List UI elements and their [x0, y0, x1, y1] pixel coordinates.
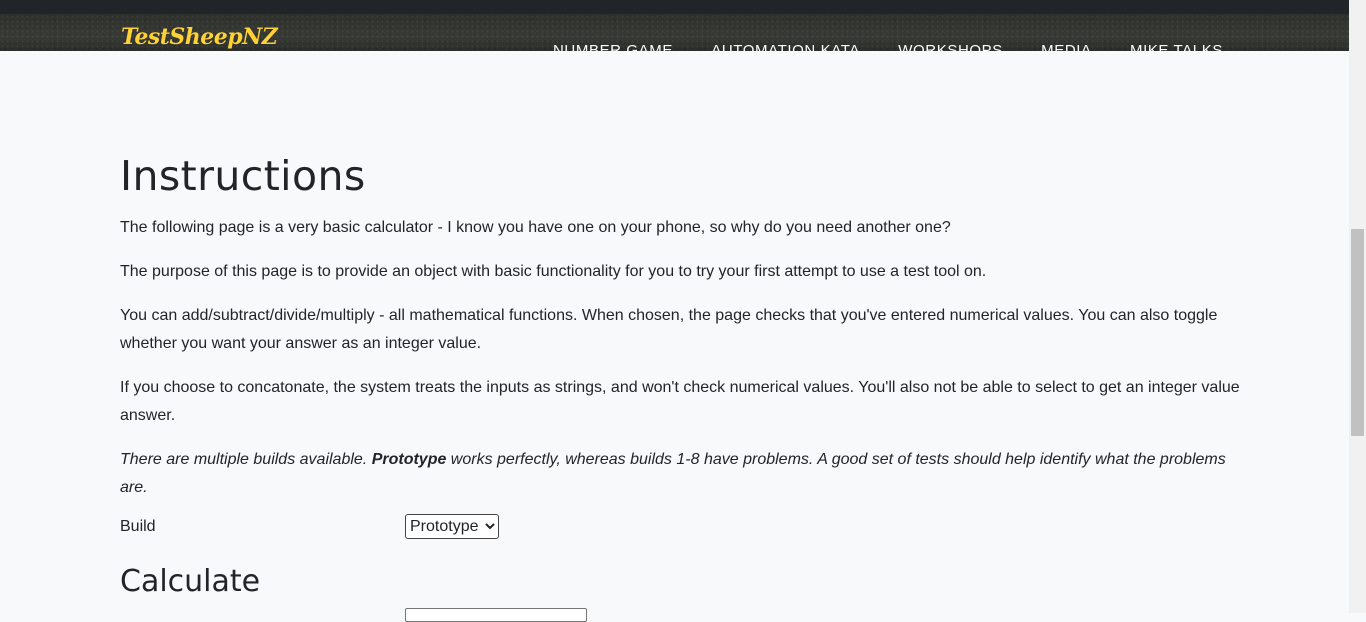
functions-paragraph: You can add/subtract/divide/multiply - a… — [120, 307, 1218, 352]
builds-note-prototype: Prototype — [371, 451, 447, 468]
nav-mike-talks[interactable]: MIKE TALKS — [1130, 41, 1223, 51]
nav-automation-kata[interactable]: AUTOMATION KATA — [711, 41, 860, 51]
builds-note-part1: There are multiple builds available. — [120, 451, 372, 468]
nav-number-game[interactable]: NUMBER GAME — [553, 41, 673, 51]
build-row: Build Prototype — [120, 514, 1240, 540]
intro-paragraph: The following page is a very basic calcu… — [120, 219, 951, 236]
build-label: Build — [120, 518, 156, 535]
nav-links: NUMBER GAME AUTOMATION KATA WORKSHOPS ME… — [553, 41, 1223, 51]
page-scrollbar[interactable] — [1349, 0, 1366, 613]
page-title: Instructions — [120, 152, 366, 200]
nav-media[interactable]: MEDIA — [1041, 41, 1092, 51]
builds-note: There are multiple builds available. Pro… — [120, 446, 1240, 502]
instructions-section: Instructions The following page is a ver… — [120, 153, 1240, 540]
purpose-paragraph: The purpose of this page is to provide a… — [120, 263, 987, 280]
scrollbar-thumb[interactable] — [1351, 229, 1364, 436]
build-select[interactable]: Prototype — [405, 514, 499, 539]
top-strip — [0, 0, 1349, 14]
first-number-input[interactable] — [405, 608, 587, 622]
brand-logo[interactable]: TestSheepNZ — [121, 24, 278, 50]
nav-workshops[interactable]: WORKSHOPS — [898, 41, 1003, 51]
calculate-heading: Calculate — [120, 564, 261, 599]
concatenate-paragraph: If you choose to concatonate, the system… — [120, 379, 1240, 424]
